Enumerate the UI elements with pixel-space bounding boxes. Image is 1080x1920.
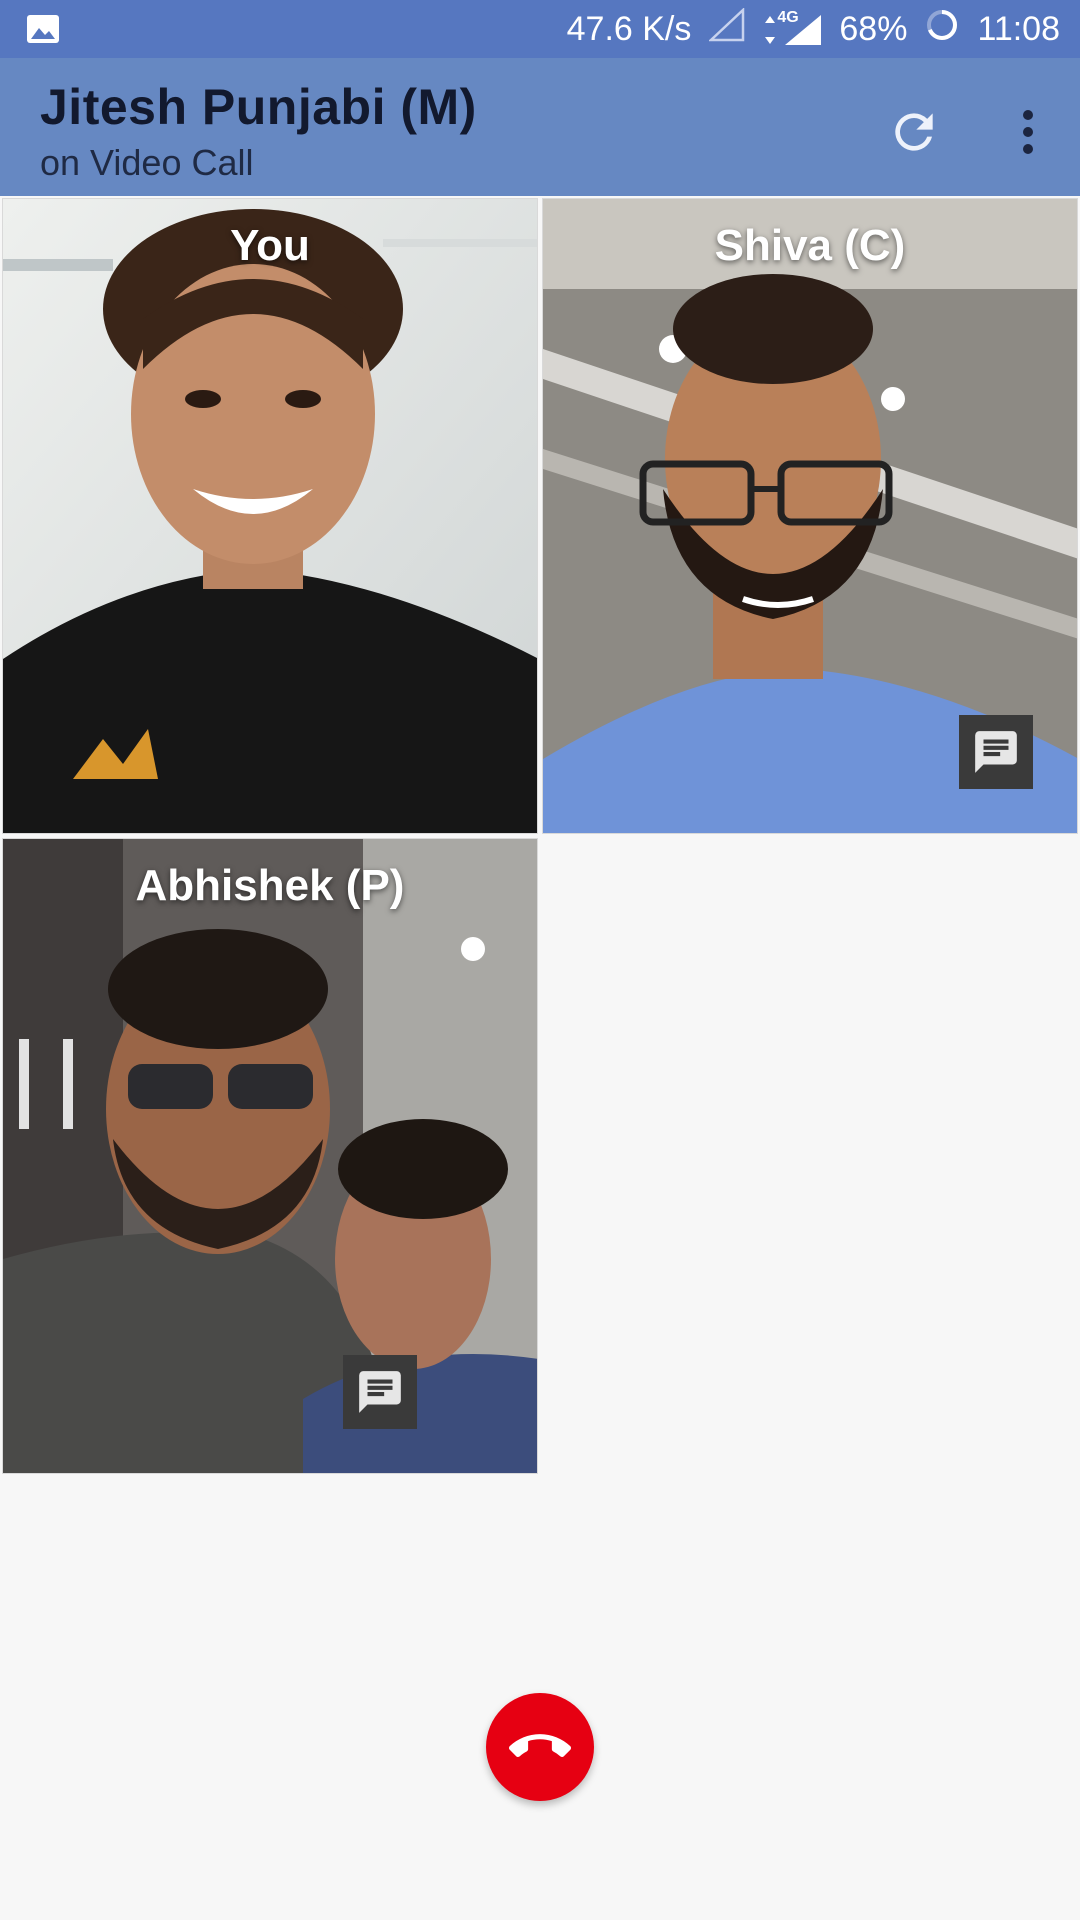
participant-name: You xyxy=(230,221,310,270)
video-feed-you xyxy=(3,199,537,833)
more-options-button[interactable] xyxy=(988,92,1068,172)
video-feed-abhishek xyxy=(3,839,537,1473)
end-call-button[interactable] xyxy=(486,1693,594,1801)
signal-empty-icon xyxy=(708,6,745,51)
chat-icon xyxy=(359,1371,401,1413)
call-status: on Video Call xyxy=(40,142,254,183)
participant-name: Abhishek (P) xyxy=(135,861,405,910)
refresh-button[interactable] xyxy=(874,92,954,172)
network-speed: 47.6 K/s xyxy=(566,9,692,48)
app-bar: Jitesh Punjabi (M) on Video Call xyxy=(0,58,1080,196)
video-tile-abhishek[interactable]: Abhishek (P) xyxy=(2,838,538,1474)
contact-title: Jitesh Punjabi (M) xyxy=(40,79,477,135)
clock: 11:08 xyxy=(977,9,1060,48)
chat-button[interactable] xyxy=(343,1355,417,1429)
image-notification-icon xyxy=(26,14,60,49)
battery-ring-icon xyxy=(925,8,959,51)
chat-button[interactable] xyxy=(959,715,1033,789)
video-tile-you[interactable]: You xyxy=(2,198,538,834)
more-vert-icon xyxy=(1023,110,1033,154)
data-arrows-icon: 4G xyxy=(763,9,822,49)
status-bar: 47.6 K/s 4G 68% 11:08 xyxy=(0,0,1080,58)
participant-name: Shiva (C) xyxy=(714,221,906,270)
hang-up-phone-icon xyxy=(509,1734,571,1757)
video-tile-shiva[interactable]: Shiva (C) xyxy=(542,198,1078,834)
chat-icon xyxy=(975,731,1017,773)
refresh-icon xyxy=(895,113,933,151)
battery-level: 68% xyxy=(839,9,908,48)
